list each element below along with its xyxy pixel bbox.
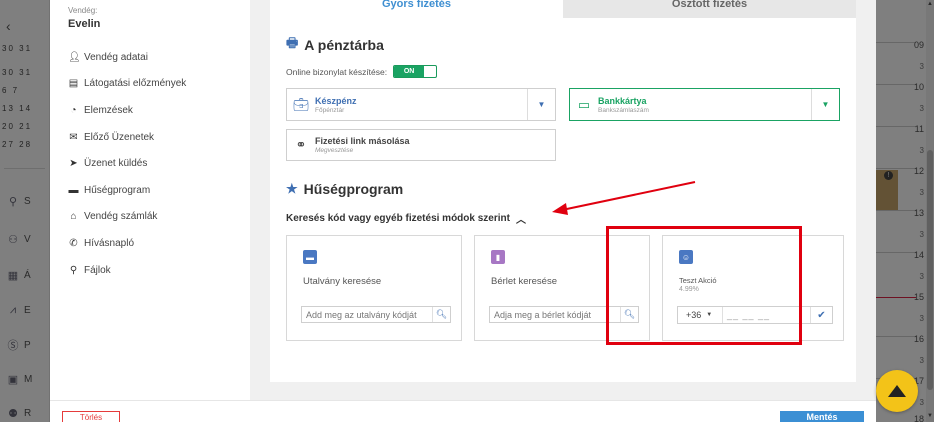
guest-menu: 👤︎ Vendég adatai ▤ Látogatási előzmények ◔… [68,44,186,283]
assistant-fab-button[interactable] [876,370,918,412]
search-icon[interactable]: 🔍︎ [432,307,450,322]
payment-tabs: Gyors fizetés Osztott fizetés [270,0,856,18]
online-receipt-label: Online bizonylat készítése: [286,66,388,77]
wallet-icon: 💼︎ [292,96,310,112]
cash-title: Készpénz [315,95,357,106]
menu-item-label: Fájlok [84,264,111,276]
menu-item-label: Vendég számlák [84,211,158,223]
pie-chart-icon: ◔ [70,104,77,116]
menu-item-label: Üzenet küldés [84,158,148,170]
voucher-icon: ▬ [303,250,317,264]
voucher-card: ▬ Utalvány keresése Add meg az utalvány … [286,235,462,341]
envelope-icon: ✉ [69,131,78,143]
menu-item-visit-history[interactable]: ▤ Látogatási előzmények [68,71,187,98]
payment-link-button[interactable]: ⚭ Fizetési link másolása Megvesztése [286,129,556,161]
payment-link-subtitle: Megvesztése [315,147,354,154]
pass-title: Bérlet keresése [491,276,558,287]
menu-item-label: Előző Üzenetek [84,131,155,143]
menu-item-label: Látogatási előzmények [84,78,187,90]
ticket-icon: ▮ [491,250,505,264]
highlight-box [606,226,802,345]
online-receipt-row: Online bizonylat készítése: ON [286,65,438,78]
bank-icon: ⌂ [70,211,77,223]
delete-button[interactable]: Törlés [62,411,120,422]
online-receipt-toggle[interactable]: ON [393,65,438,78]
voucher-title: Utalvány keresése [303,276,382,287]
menu-item-analytics[interactable]: ◔ Elemzések [68,97,186,124]
guest-name: Evelin [68,18,101,30]
payment-link-title: Fizetési link másolása [315,136,410,146]
menu-item-label: Vendég adatai [84,51,148,63]
guest-sidebar: Vendég: Evelin 👤︎ Vendég adatai ▤ Látogatá… [50,0,250,422]
paperclip-icon: ⚲ [69,264,78,276]
cash-payment-select[interactable]: 💼︎ Készpénz Főpénztár ▼ [286,88,556,121]
logo-icon [888,385,906,397]
check-icon[interactable]: ✔ [810,307,832,323]
send-icon: ➤ [69,158,78,170]
chevron-down-icon[interactable]: ▼ [527,89,555,120]
menu-item-label: Hűségprogram [84,184,151,196]
tab-split-payment[interactable]: Osztott fizetés [563,0,856,18]
cash-register-icon: 🖶︎ [286,35,299,50]
card-icon: ▬ [68,184,79,196]
pass-search-input[interactable]: Adja meg a bérlet kódját [490,310,620,320]
credit-card-icon: ▭ [577,96,591,112]
menu-item-send-message[interactable]: ➤ Üzenet küldés [68,150,186,177]
menu-item-label: Elemzések [84,104,133,116]
loyalty-section-title: ★ Hűségprogram [286,181,403,197]
menu-item-previous-messages[interactable]: ✉ Előző Üzenetek [68,124,186,151]
menu-item-call-log[interactable]: ✆ Hívásnapló [68,230,186,257]
modal-footer: Törlés Mentés [50,400,876,422]
tab-quick-payment[interactable]: Gyors fizetés [270,0,563,18]
toggle-on-label: ON [394,66,425,77]
cash-subtitle: Főpénztár [315,106,345,114]
menu-item-files[interactable]: ⚲ Fájlok [68,257,186,284]
chevron-down-icon[interactable]: ▼ [811,89,839,120]
voucher-search-input[interactable]: Add meg az utalvány kódját [302,310,432,320]
phone-icon: ✆ [69,237,78,249]
user-icon: 👤︎ [68,51,81,63]
card-title: Bankkártya [598,95,647,106]
voucher-search: Add meg az utalvány kódját 🔍︎ [301,306,451,323]
register-section-title: 🖶︎ A pénztárba [286,34,384,56]
menu-item-guest-data[interactable]: 👤︎ Vendég adatai [68,44,186,71]
link-icon: ⚭ [295,137,307,152]
search-methods-toggle[interactable]: Keresés kód vagy egyéb fizetési módok sz… [286,211,526,226]
menu-item-label: Hívásnapló [84,237,135,249]
card-payment-select[interactable]: ▭ Bankkártya Bankszámlaszám ▼ [569,88,840,121]
search-methods-label: Keresés kód vagy egyéb fizetési módok sz… [286,213,510,224]
star-icon: ★ [286,181,298,196]
register-title: A pénztárba [304,37,384,53]
card-subtitle: Bankszámlaszám [598,106,649,114]
chevron-up-icon: ︿ [515,215,526,226]
save-button[interactable]: Mentés [780,411,864,422]
loyalty-title: Hűségprogram [303,181,404,197]
menu-item-loyalty[interactable]: ▬ Hűségprogram [68,177,186,204]
list-icon: ▤ [68,78,79,90]
menu-item-guest-invoices[interactable]: ⌂ Vendég számlák [68,204,186,231]
guest-label: Vendég: [68,6,98,15]
payment-modal: Vendég: Evelin 👤︎ Vendég adatai ▤ Látogatá… [50,0,876,422]
